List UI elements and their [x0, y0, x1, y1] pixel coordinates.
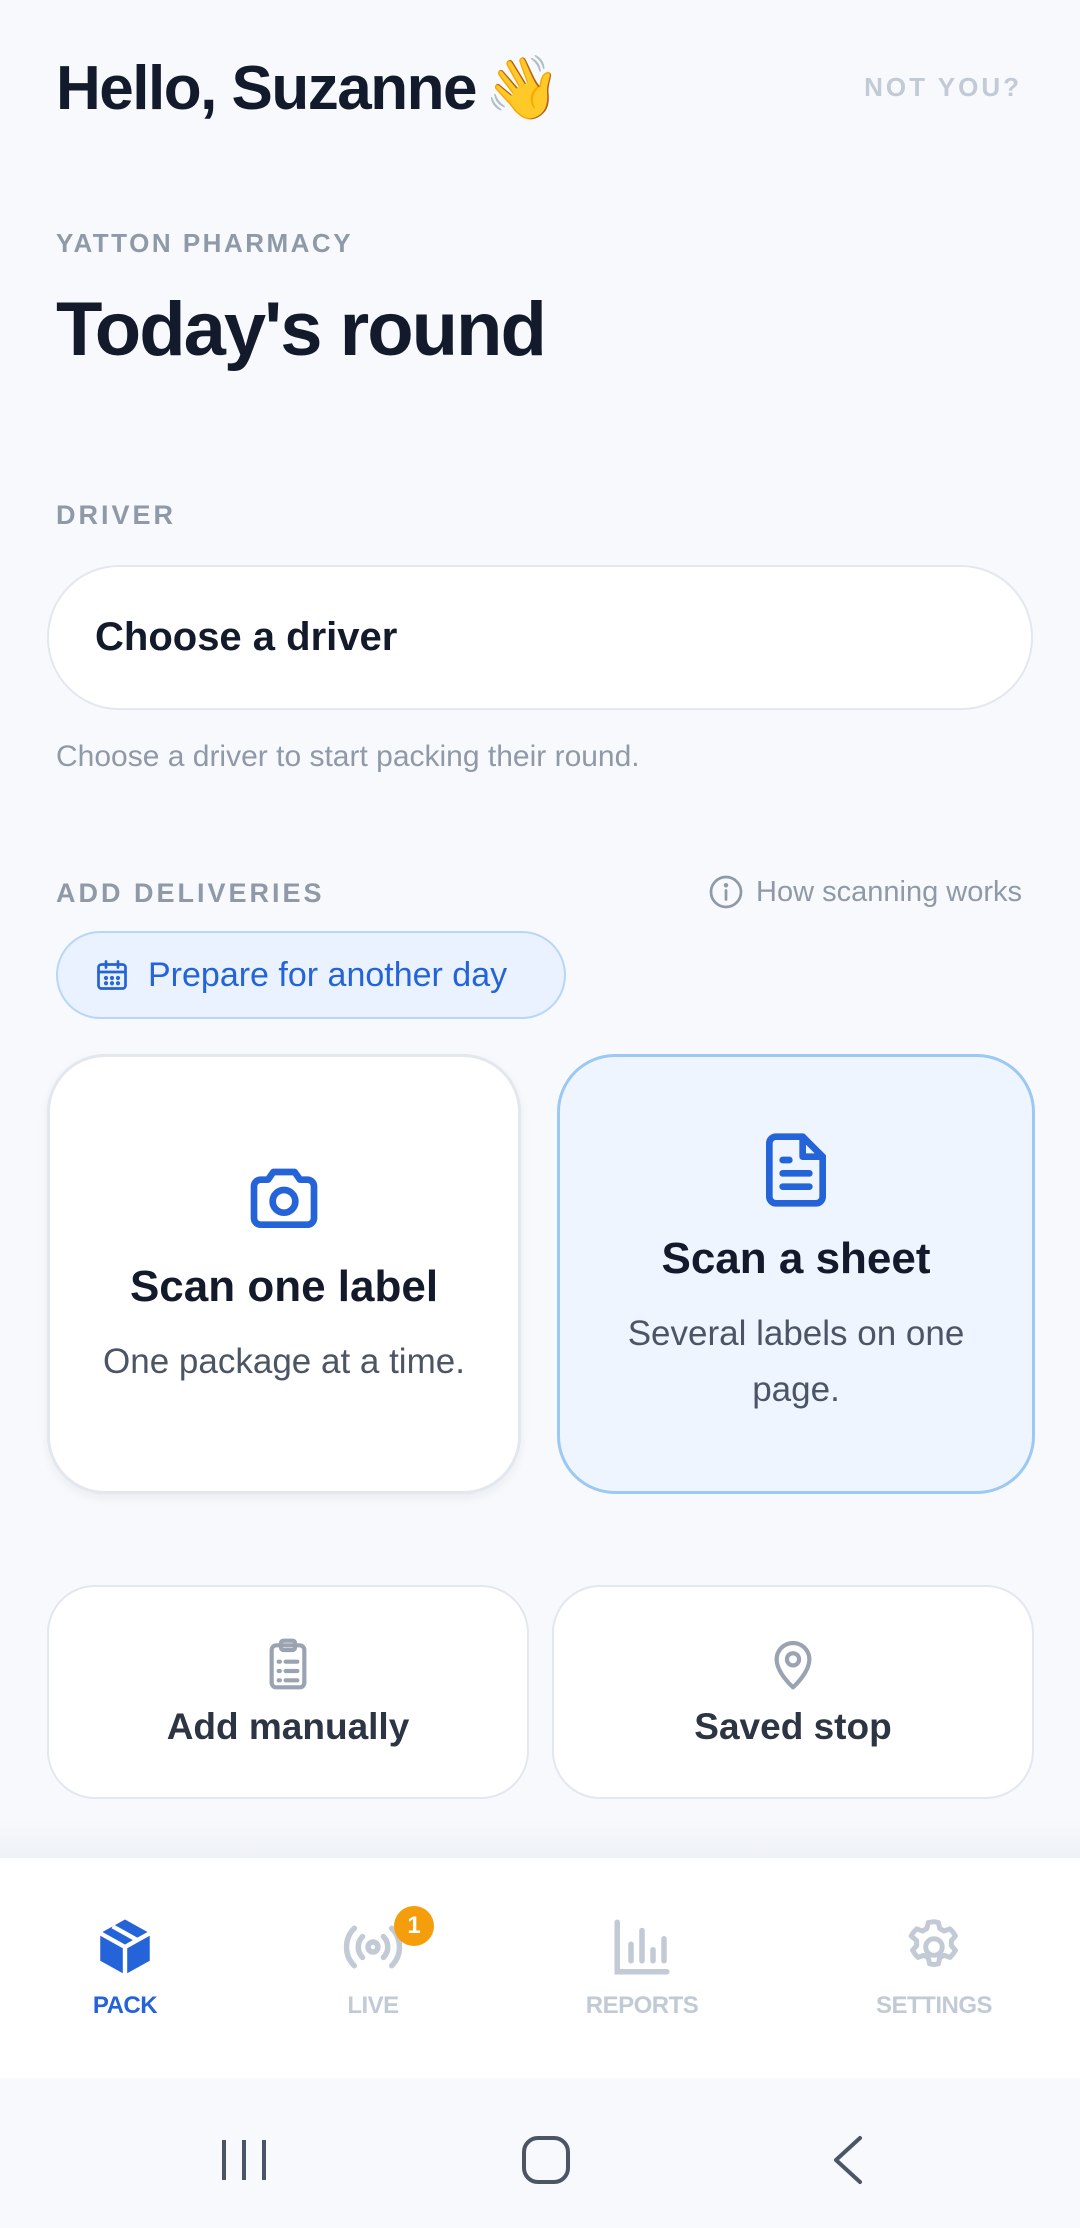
bottom-navigation: PACK 1 LIVE REPORTS SETTINGS	[0, 1858, 1080, 2078]
camera-icon	[250, 1168, 318, 1228]
greeting-text: Hello, Suzanne	[56, 54, 477, 123]
waving-hand-icon: 👋	[483, 54, 561, 123]
calendar-icon	[97, 960, 127, 990]
document-icon	[766, 1133, 826, 1207]
saved-stop-title: Saved stop	[694, 1706, 892, 1747]
scan-one-label-title: Scan one label	[129, 1262, 439, 1311]
scan-one-label-card[interactable]: Scan one label One package at a time.	[47, 1054, 521, 1494]
driver-select[interactable]: Choose a driver	[47, 565, 1033, 710]
package-icon	[99, 1919, 151, 1975]
saved-stop-card[interactable]: Saved stop	[552, 1585, 1034, 1799]
driver-section-label: DRIVER	[56, 500, 177, 530]
clipboard-icon	[269, 1638, 307, 1690]
live-notification-badge: 1	[394, 1906, 434, 1946]
scan-a-sheet-subtitle: Several labels on one page.	[627, 1314, 965, 1409]
nav-label-settings: SETTINGS	[875, 1992, 993, 2019]
not-you-link[interactable]: NOT YOU?	[864, 72, 1022, 103]
nav-tab-pack[interactable]: PACK	[15, 1914, 235, 2020]
add-manually-title: Add manually	[166, 1706, 410, 1747]
system-navigation-bar	[0, 2078, 1080, 2228]
prepare-another-day-button[interactable]: Prepare for another day	[56, 931, 566, 1019]
greeting-heading: Hello, Suzanne 👋	[56, 52, 561, 125]
bar-chart-icon	[614, 1919, 670, 1975]
scan-a-sheet-card[interactable]: Scan a sheet Several labels on one page.	[557, 1054, 1035, 1494]
nav-tab-live[interactable]: 1 LIVE	[263, 1906, 483, 2020]
add-manually-card[interactable]: Add manually	[47, 1585, 529, 1799]
add-deliveries-label: ADD DELIVERIES	[56, 878, 325, 908]
map-pin-icon	[774, 1640, 812, 1690]
nav-label-pack: PACK	[92, 1992, 158, 2019]
driver-select-value: Choose a driver	[95, 615, 398, 659]
how-scanning-works-text: How scanning works	[756, 875, 1022, 908]
nav-tab-reports[interactable]: REPORTS	[532, 1914, 752, 2020]
how-scanning-works-link[interactable]: How scanning works	[708, 874, 1022, 910]
scan-one-label-subtitle: One package at a time.	[103, 1342, 465, 1381]
scan-a-sheet-title: Scan a sheet	[661, 1234, 931, 1283]
nav-label-reports: REPORTS	[585, 1992, 699, 2019]
nav-label-live: LIVE	[347, 1992, 399, 2019]
info-icon	[709, 875, 743, 909]
gear-icon	[908, 1919, 958, 1968]
nav-tab-settings[interactable]: SETTINGS	[824, 1914, 1044, 2020]
home-icon[interactable]	[520, 2134, 572, 2186]
prepare-another-day-label: Prepare for another day	[148, 955, 508, 994]
nav-shadow	[0, 1820, 1080, 1860]
pharmacy-name: YATTON PHARMACY	[56, 228, 354, 258]
recent-apps-icon[interactable]	[218, 2136, 270, 2184]
page-title: Today's round	[56, 287, 547, 372]
driver-helper-text: Choose a driver to start packing their r…	[56, 740, 640, 773]
back-icon[interactable]	[828, 2134, 868, 2186]
